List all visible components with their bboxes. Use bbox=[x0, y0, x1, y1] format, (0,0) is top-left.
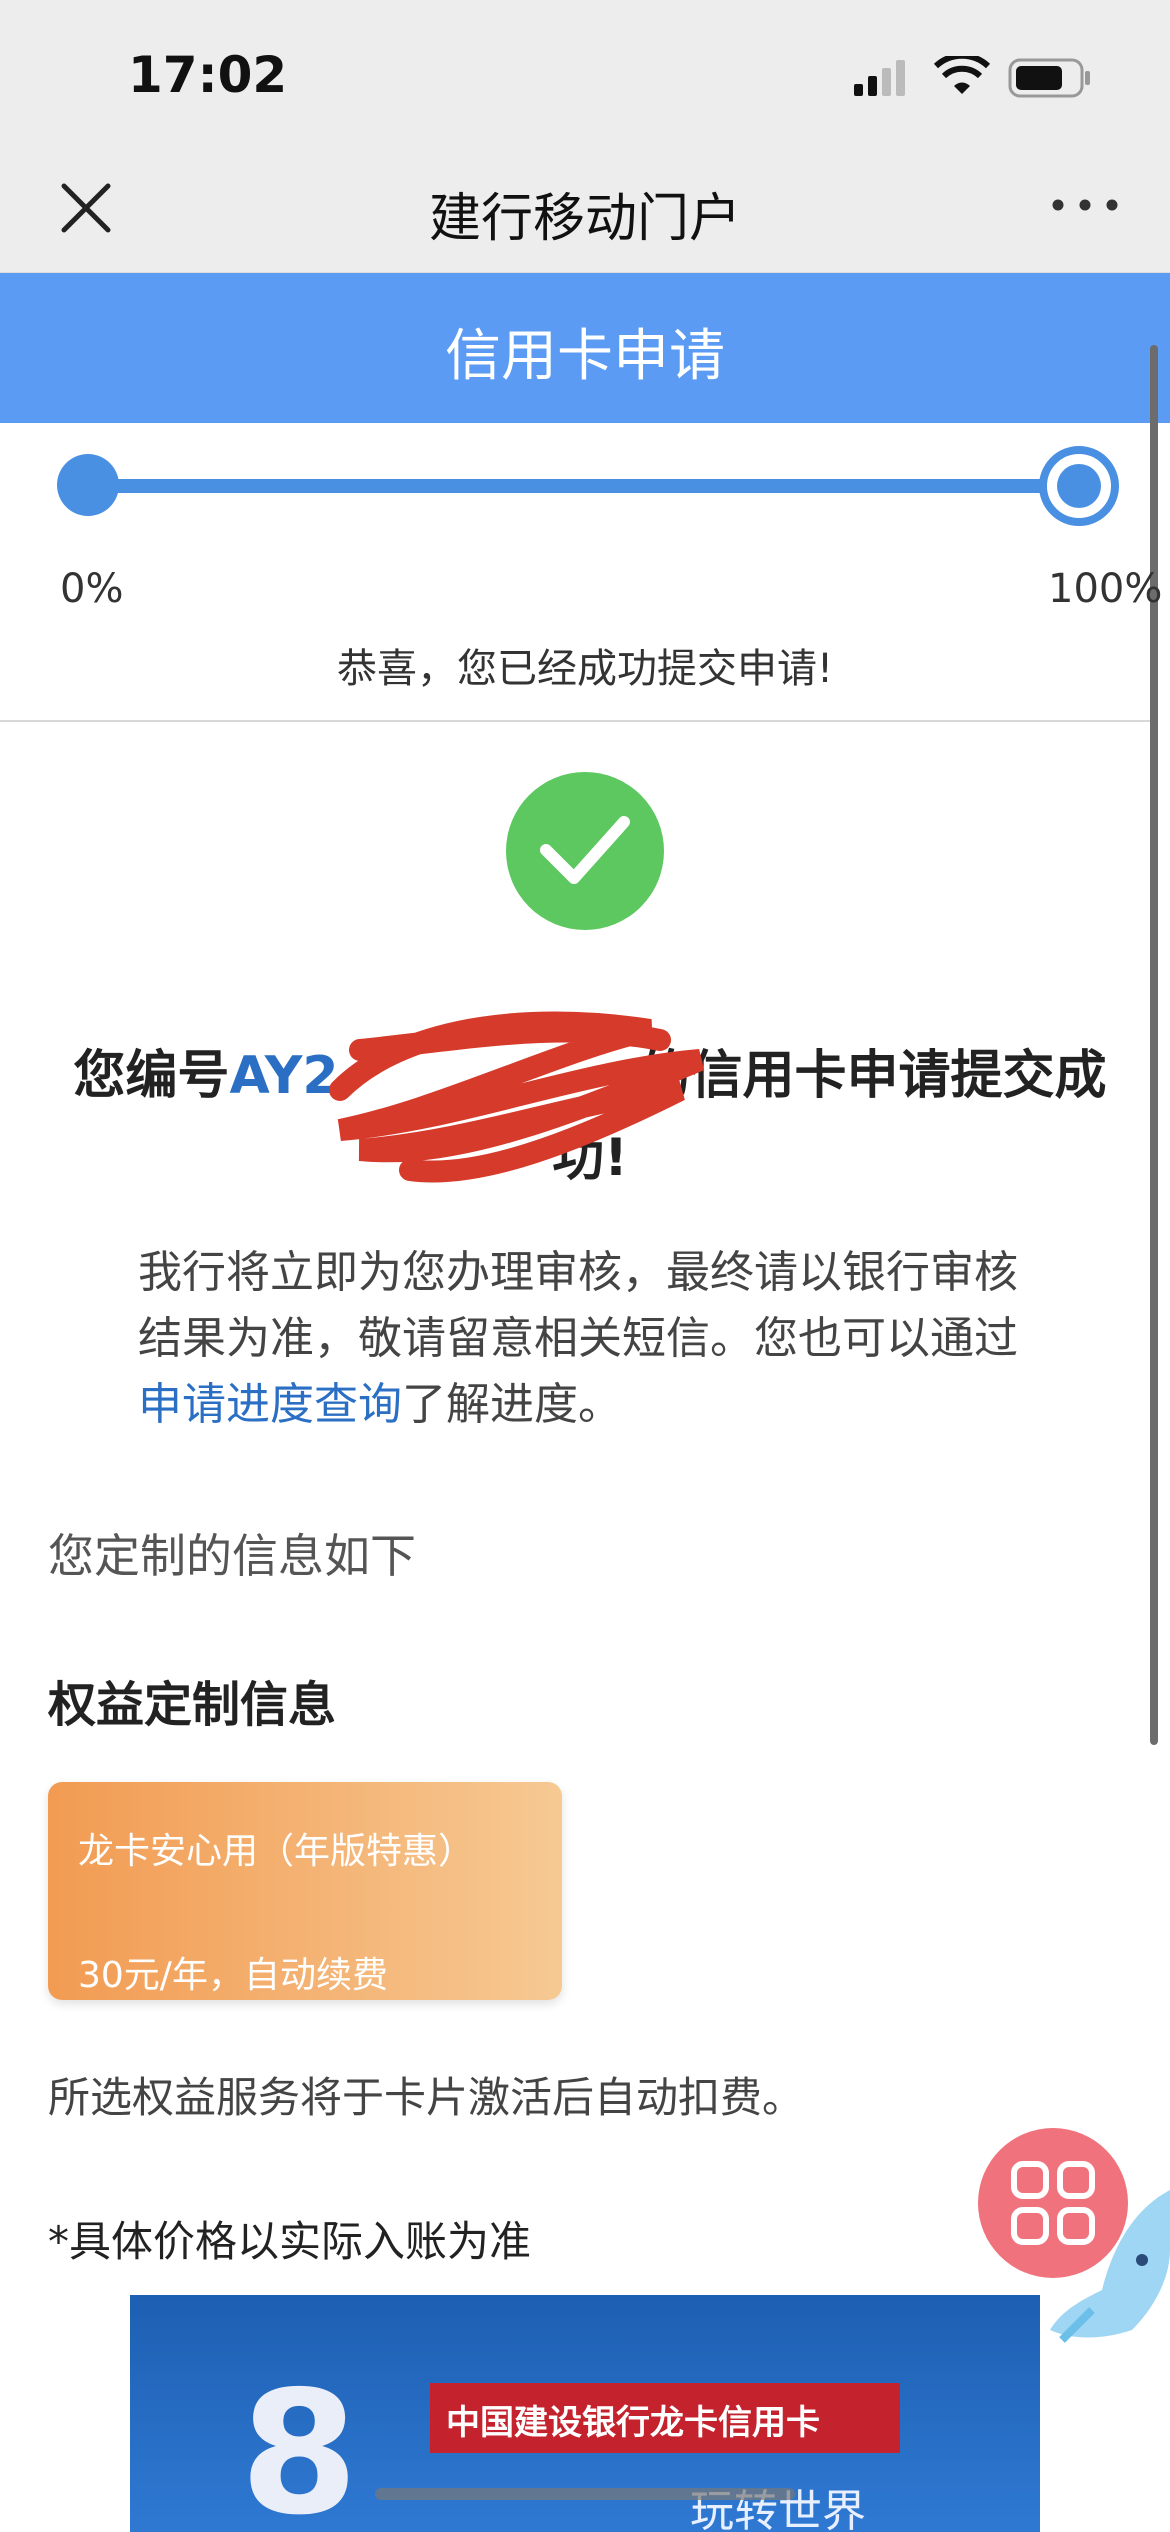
progress-query-link[interactable]: 申请进度查询 bbox=[138, 1379, 402, 1430]
benefit-section-title: 权益定制信息 bbox=[48, 1677, 337, 1733]
dolphin-mascot-icon[interactable] bbox=[1042, 2190, 1170, 2350]
nav-title: 建行移动门户 bbox=[428, 189, 741, 249]
banner-number: 8 bbox=[240, 2355, 359, 2532]
charge-note: 所选权益服务将于卡片激活后自动扣费。 bbox=[48, 2073, 805, 2122]
more-options-icon[interactable] bbox=[1050, 190, 1120, 220]
progress-start-label: 0% bbox=[60, 566, 124, 612]
progress-bar bbox=[88, 479, 1078, 493]
custom-info-note: 您定制的信息如下 bbox=[48, 1529, 416, 1583]
progress-start-marker bbox=[57, 454, 119, 516]
page-title: 信用卡申请 bbox=[445, 324, 725, 389]
status-time: 17:02 bbox=[128, 46, 288, 104]
review-notice: 我行将立即为您办理审核，最终请以银行审核结果为准，敬请留意相关短信。您也可以通过… bbox=[138, 1240, 1018, 1438]
price-note: *具体价格以实际入账为准 bbox=[48, 2217, 532, 2266]
wifi-icon bbox=[934, 56, 990, 94]
progress-end-label: 100% bbox=[1048, 566, 1163, 612]
progress-end-marker bbox=[1039, 446, 1119, 526]
home-indicator bbox=[375, 2488, 795, 2500]
cellular-signal-icon bbox=[854, 60, 905, 96]
congrats-message: 恭喜，您已经成功提交申请! bbox=[336, 646, 834, 692]
banner-title: 中国建设银行龙卡信用卡 bbox=[446, 2403, 820, 2443]
banner-slogan: 玩转世界 bbox=[690, 2486, 866, 2532]
success-check-icon bbox=[506, 772, 664, 930]
benefit-card[interactable]: 龙卡安心用（年版特惠） 30元/年，自动续费 bbox=[48, 1782, 562, 2000]
redaction-scribble bbox=[329, 1011, 705, 1183]
scrollbar[interactable] bbox=[1150, 345, 1158, 1745]
review-notice-text: 我行将立即为您办理审核，最终请以银行审核结果为准，敬请留意相关短信。您也可以通过 bbox=[138, 1247, 1018, 1364]
benefit-card-price: 30元/年，自动续费 bbox=[78, 1955, 388, 1996]
review-notice-tail: 了解进度。 bbox=[402, 1379, 622, 1430]
result-prefix: 您编号 bbox=[73, 1046, 230, 1106]
divider bbox=[0, 720, 1150, 722]
battery-icon bbox=[1008, 58, 1090, 98]
benefit-card-name: 龙卡安心用（年版特惠） bbox=[78, 1831, 475, 1872]
